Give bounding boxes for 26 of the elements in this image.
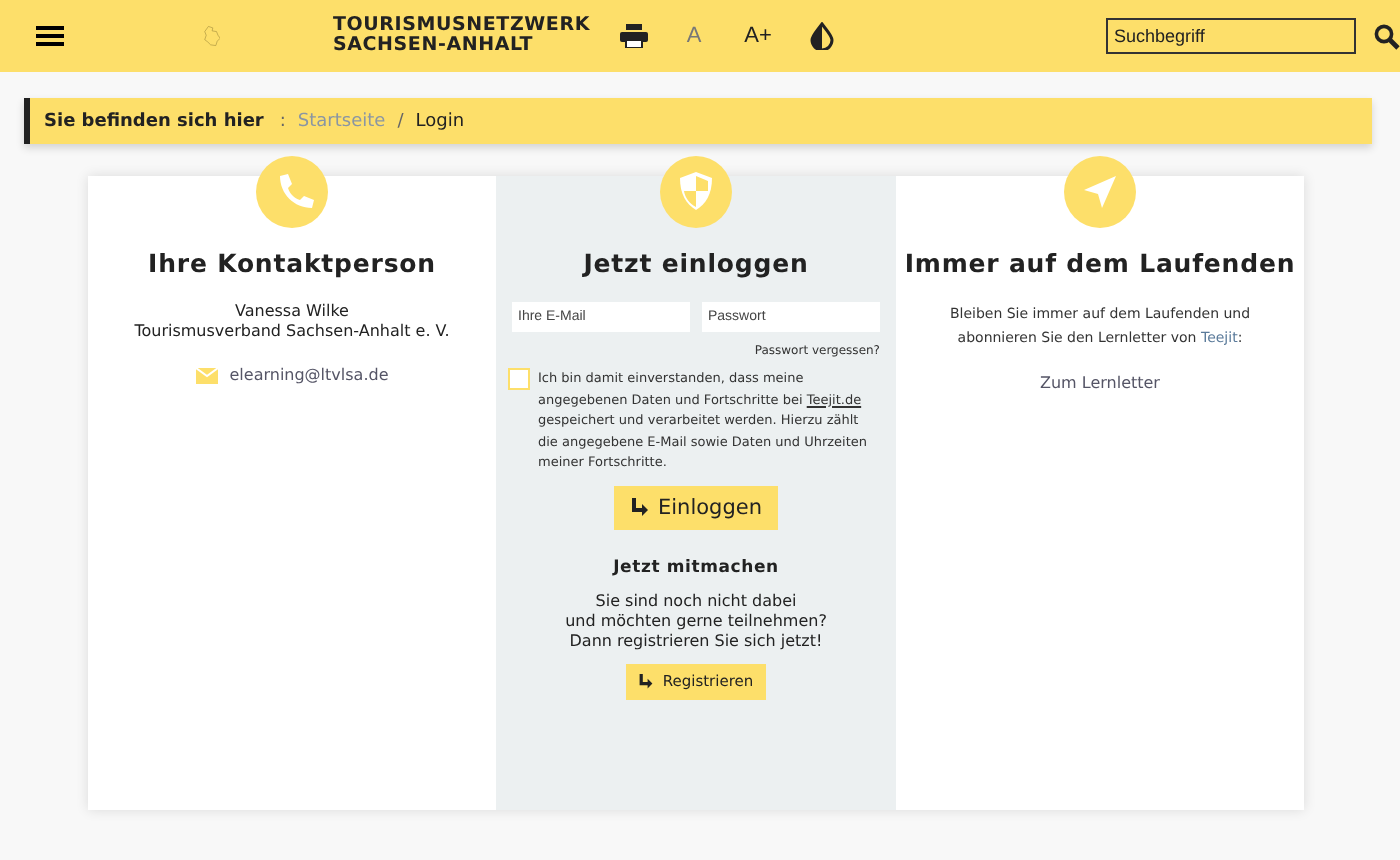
join-text: Sie sind noch nicht dabei xyxy=(595,591,797,611)
join-title: Jetzt mitmachen xyxy=(613,557,779,577)
email-link[interactable]: elearning@ltvlsa.de xyxy=(229,366,389,384)
shield-icon xyxy=(660,156,732,228)
consent-checkbox[interactable] xyxy=(508,368,530,390)
section-title: Immer auf dem Laufenden xyxy=(904,248,1296,278)
site-title[interactable]: TOURISMUSNETZWERK SACHSEN-ANHALT xyxy=(332,16,590,56)
login-button[interactable]: Einloggen xyxy=(614,485,778,529)
contact-line: Vanessa Wilke xyxy=(235,302,349,322)
envelope-icon xyxy=(195,367,218,383)
join-text: Dann registrieren Sie sich jetzt! xyxy=(569,631,823,651)
breadcrumb-label: Sie befinden sich hier xyxy=(44,111,264,131)
menu-icon[interactable] xyxy=(36,24,64,48)
breadcrumb-separator: : xyxy=(279,111,286,131)
section-title: Ihre Kontaktperson xyxy=(148,248,436,278)
breadcrumb-current: Login xyxy=(415,111,465,131)
arrow-icon xyxy=(638,673,655,689)
arrow-icon xyxy=(630,497,650,517)
search-field[interactable]: Suchbegriff xyxy=(1106,18,1356,54)
contact-line: Tourismusverband Sachsen-Anhalt e. V. xyxy=(134,322,450,342)
search-icon[interactable] xyxy=(1374,23,1400,49)
breadcrumb-separator: / xyxy=(397,111,404,131)
join-text: und möchten gerne teilnehmen? xyxy=(565,611,827,631)
newsletter-link[interactable]: Zum Lernletter xyxy=(1040,374,1160,392)
font-size-button[interactable]: A+ xyxy=(726,16,790,56)
section-title: Jetzt einloggen xyxy=(583,248,809,278)
